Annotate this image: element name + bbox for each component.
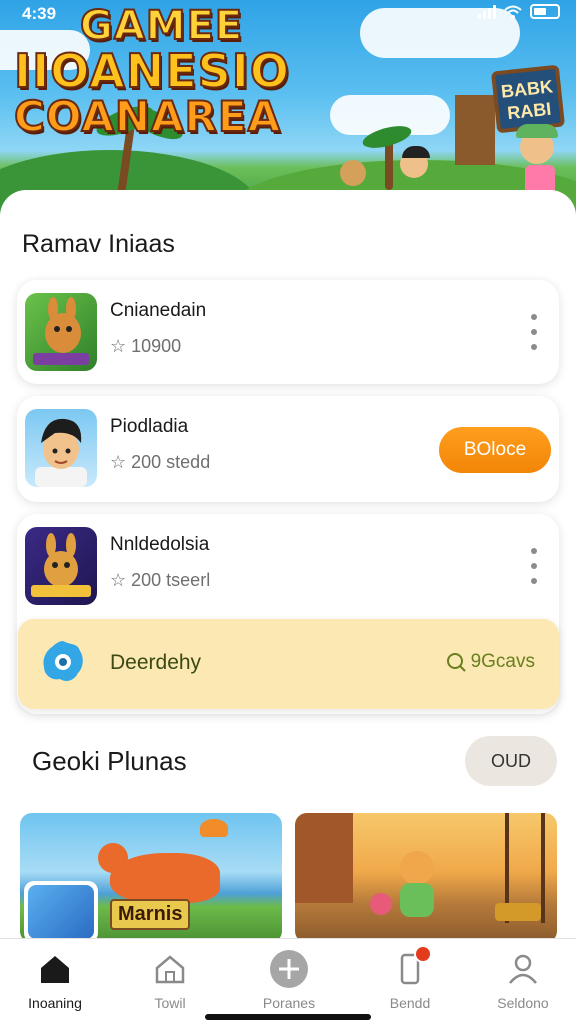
character-fox-body bbox=[400, 883, 434, 917]
app-card[interactable]: Cnianedain ☆ 10900 bbox=[17, 280, 559, 384]
nav-label: Seldono bbox=[497, 995, 549, 1011]
game-thumbnail[interactable]: Marnis bbox=[20, 813, 282, 943]
title-line-2: IIOANESIO bbox=[13, 44, 290, 98]
treasure-chest bbox=[495, 903, 541, 921]
app-rating: ☆ 200 tseerl bbox=[110, 570, 211, 590]
game-thumbnail[interactable] bbox=[295, 813, 557, 943]
app-icon-thumbnail bbox=[24, 881, 98, 943]
daily-action-label: 9Gcavs bbox=[470, 651, 535, 672]
thumbnail-label: Marnis bbox=[110, 899, 191, 930]
nav-item-add[interactable]: Poranes bbox=[244, 950, 334, 1011]
kangaroo-icon bbox=[25, 527, 97, 605]
status-time: 4:39 bbox=[22, 4, 57, 23]
app-rating: ☆ 200 stedd bbox=[110, 452, 211, 472]
status-icons bbox=[478, 4, 560, 19]
star-badge-icon bbox=[43, 641, 83, 681]
app-card[interactable]: Piodladia ☆ 200 stedd BOloce bbox=[17, 396, 559, 502]
section-title: Geoki Plunas bbox=[32, 746, 187, 776]
profile-icon bbox=[509, 954, 537, 984]
balloon bbox=[200, 819, 228, 837]
nav-label: Bendd bbox=[389, 995, 431, 1011]
daily-reward-banner[interactable]: Deerdehy 9Gcavs bbox=[18, 619, 559, 709]
bottom-navigation: Inoaning Towil Poranes Bendd Seldono bbox=[0, 938, 576, 1024]
creature-head bbox=[98, 843, 128, 873]
wifi-icon bbox=[504, 5, 522, 19]
character-fox bbox=[400, 851, 434, 885]
nav-item-town[interactable]: Towil bbox=[125, 951, 215, 1011]
nav-item-notifications[interactable]: Bendd bbox=[365, 945, 455, 1011]
character-hat bbox=[516, 124, 558, 138]
nav-item-profile[interactable]: Seldono bbox=[478, 951, 568, 1011]
home-indicator[interactable] bbox=[205, 1014, 371, 1020]
notification-badge bbox=[414, 945, 432, 963]
nav-item-home[interactable]: Inoaning bbox=[10, 951, 100, 1011]
install-button[interactable]: BOloce bbox=[439, 427, 551, 473]
see-more-button[interactable]: OUD bbox=[465, 736, 557, 786]
building bbox=[295, 813, 353, 903]
daily-label: Deerdehy bbox=[110, 651, 202, 674]
title-line-3: COANAREA bbox=[13, 92, 282, 141]
app-name: Cnianedain bbox=[110, 300, 207, 321]
kangaroo-icon bbox=[25, 293, 97, 371]
hut bbox=[455, 95, 495, 165]
search-icon bbox=[446, 653, 466, 672]
character-small bbox=[370, 893, 392, 915]
app-name: Nnldedolsia bbox=[110, 534, 210, 555]
status-bar: 4:39 bbox=[0, 0, 576, 28]
nav-label: Inoaning bbox=[28, 995, 82, 1011]
palm-tree bbox=[385, 140, 393, 190]
more-options-icon[interactable] bbox=[531, 314, 537, 350]
daily-claim-link[interactable]: 9Gcavs bbox=[445, 651, 535, 673]
nav-label: Towil bbox=[154, 995, 186, 1011]
home-icon bbox=[41, 956, 69, 983]
avatar-icon bbox=[25, 409, 97, 487]
character-hair bbox=[402, 146, 430, 158]
section-title: Ramav Iniaas bbox=[22, 230, 175, 258]
app-rating: ☆ 10900 bbox=[110, 336, 182, 356]
battery-icon bbox=[530, 4, 560, 19]
app-name: Piodladia bbox=[110, 416, 189, 437]
signal-icon bbox=[478, 4, 496, 19]
nav-label: Poranes bbox=[262, 995, 316, 1011]
character-cat bbox=[340, 160, 366, 186]
sign-line: RABI bbox=[506, 98, 553, 124]
plus-icon bbox=[270, 950, 308, 988]
hero-banner: BABK RABI GAMEE IIOANESIO COANAREA bbox=[0, 0, 576, 215]
more-options-icon[interactable] bbox=[531, 548, 537, 584]
house-outline-icon bbox=[155, 955, 185, 984]
